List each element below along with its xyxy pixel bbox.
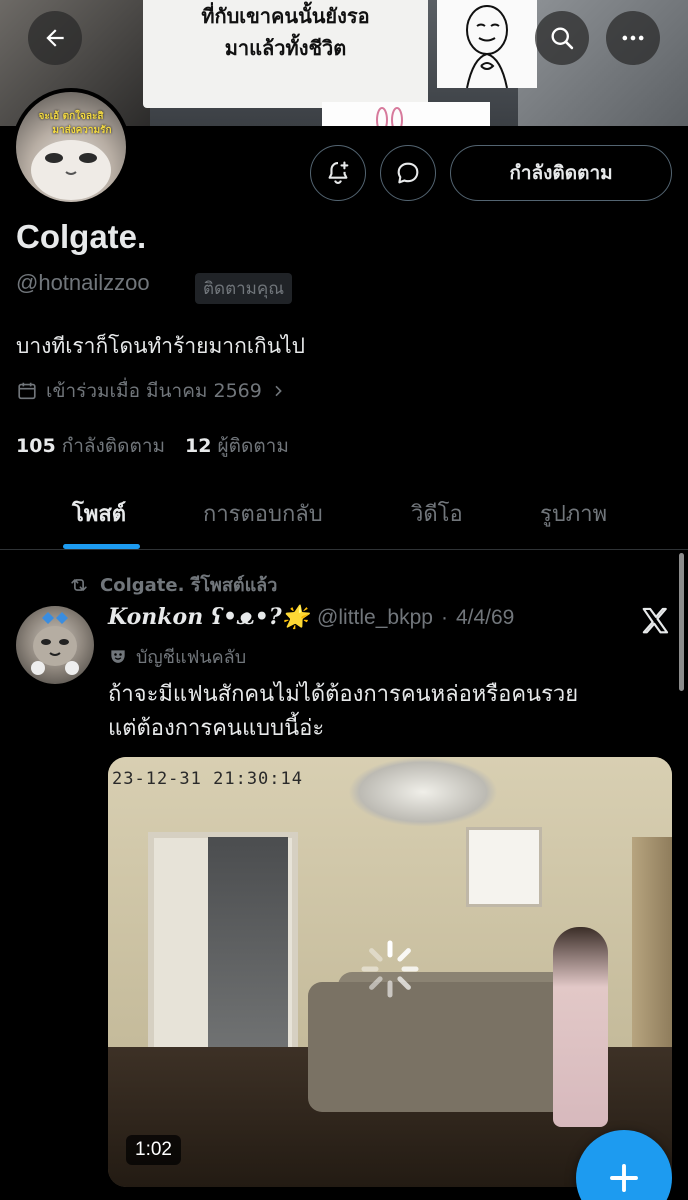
follows-you-badge: ติดตามคุณ (195, 273, 293, 304)
message-button[interactable] (380, 145, 436, 201)
bell-plus-icon (328, 161, 349, 184)
repost-icon (71, 578, 87, 591)
plus-icon (610, 1164, 638, 1192)
video-chandelier (348, 757, 498, 827)
theater-masks-icon (111, 649, 125, 663)
post-author-name[interactable]: Konkon ʕ•ᴥ•?🌟 (108, 604, 309, 630)
post-text-line-1: ถ้าจะมีแฟนสักคนไม่ได้ต้องการคนหล่อหรือคน… (108, 682, 579, 707)
x-logo-icon[interactable] (638, 604, 672, 638)
search-button[interactable] (535, 11, 589, 65)
post-text: ถ้าจะมีแฟนสักคนไม่ได้ต้องการคนหล่อหรือคน… (108, 678, 668, 746)
banner-sign-line-2: มาแล้วทั้งชีวิต (224, 36, 347, 60)
calendar-icon (18, 382, 36, 400)
video-person (553, 927, 608, 1127)
banner-sign: ที่กับเขาคนนั้นยังรอ มาแล้วทั้งชีวิต (143, 0, 428, 108)
banner-meme-image (437, 0, 537, 89)
chevron-right-icon (275, 385, 282, 397)
post-dot-separator: · (440, 606, 448, 629)
avatar-caption: จะเอ้ ตกใจละสิ มาส่งความรัก (16, 110, 126, 138)
video-timestamp: 23-12-31 21:30:14 (112, 769, 303, 789)
avatar-image: จะเอ้ ตกใจละสิ มาส่งความรัก (16, 92, 126, 202)
post-author-avatar[interactable] (16, 606, 94, 684)
video-duration: 1:02 (126, 1135, 181, 1165)
loading-spinner-icon (361, 940, 419, 998)
banner-bunny-card (322, 102, 490, 126)
post-text-line-2: แต่ต้องการคนแบบนี้อ่ะ (108, 716, 325, 741)
following-button[interactable]: กำลังติดตาม (450, 145, 672, 201)
tab-videos[interactable]: วิดีโอ (411, 496, 463, 531)
tab-posts[interactable]: โพสต์ (72, 496, 126, 531)
video-curtain (632, 837, 672, 1067)
tab-photos[interactable]: รูปภาพ (540, 496, 607, 531)
fan-account-label: บัญชีแฟนคลับ (136, 647, 247, 668)
fan-account-badge: บัญชีแฟนคลับ (108, 642, 246, 671)
banner-sign-line-1: ที่กับเขาคนนั้นยังรอ (201, 4, 370, 28)
repost-label: Colgate. รีโพสต์แล้ว (100, 575, 278, 596)
back-button[interactable] (28, 11, 82, 65)
post-date[interactable]: 4/4/69 (456, 606, 514, 630)
arrow-left-icon (46, 29, 64, 47)
followers-label: ผู้ติดตาม (217, 435, 289, 457)
more-button[interactable] (606, 11, 660, 65)
profile-stats: 105 กำลังติดตาม 12 ผู้ติดตาม (16, 431, 289, 461)
notifications-button[interactable] (310, 145, 366, 201)
following-stat[interactable]: 105 กำลังติดตาม (16, 431, 165, 461)
video-wall-frame (466, 827, 542, 907)
search-icon (551, 27, 574, 50)
message-icon (397, 162, 419, 184)
profile-avatar[interactable]: จะเอ้ ตกใจละสิ มาส่งความรัก (12, 88, 130, 206)
banner-sign-text: ที่กับเขาคนนั้นยังรอ มาแล้วทั้งชีวิต (143, 0, 428, 64)
profile-handle: @hotnailzzoo (16, 270, 150, 295)
profile-tabs: โพสต์ การตอบกลับ วิดีโอ รูปภาพ (0, 478, 688, 550)
active-tab-indicator (63, 544, 140, 549)
followers-stat[interactable]: 12 ผู้ติดตาม (185, 431, 289, 461)
scrollbar[interactable] (679, 553, 684, 691)
post-header: Konkon ʕ•ᴥ•?🌟 @little_bkpp · 4/4/69 (108, 604, 514, 630)
post-author-handle[interactable]: @little_bkpp (317, 606, 433, 630)
following-label: กำลังติดตาม (61, 435, 166, 457)
followers-count: 12 (185, 435, 212, 457)
profile-name: Colgate. (16, 218, 147, 255)
joined-date-row[interactable]: เข้าร่วมเมื่อ มีนาคม 2569 (16, 376, 286, 406)
profile-bio: บางทีเราก็โดนทำร้ายมากเกินไป (16, 334, 305, 358)
more-horizontal-icon (622, 35, 644, 41)
repost-indicator[interactable]: Colgate. รีโพสต์แล้ว (68, 570, 277, 599)
avatar-caption-line-2: มาส่งความรัก (52, 125, 112, 136)
joined-date-text: เข้าร่วมเมื่อ มีนาคม 2569 (46, 380, 262, 402)
post-video[interactable]: 23-12-31 21:30:14 1:02 (108, 757, 672, 1187)
following-count: 105 (16, 435, 56, 457)
tab-replies[interactable]: การตอบกลับ (203, 496, 323, 531)
avatar-caption-line-1: จะเอ้ ตกใจละสิ (38, 111, 104, 122)
